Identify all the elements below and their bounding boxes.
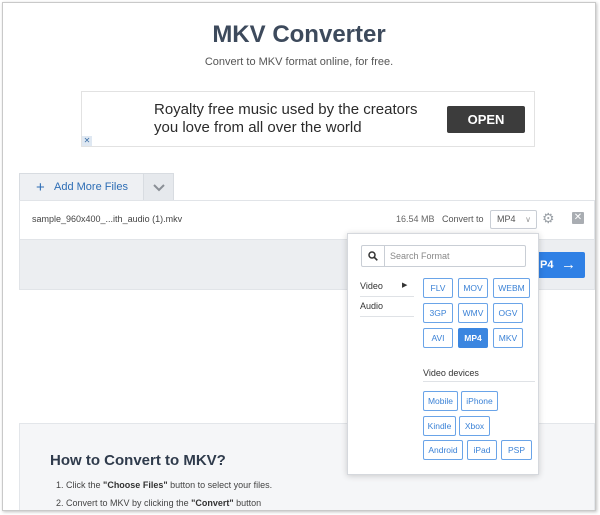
page-title: MKV Converter <box>212 21 386 48</box>
close-icon[interactable]: ✕ <box>572 212 584 224</box>
step-number: 2. <box>56 498 64 508</box>
howto-step: 1. Click the "Choose Files" button to se… <box>56 480 272 490</box>
step-emphasis: "Choose Files" <box>103 480 168 490</box>
format-picker-popup: Video ▶ Audio FLV MOV WEBM 3GP WMV OGV A… <box>347 233 539 475</box>
step-text: Convert to MKV by clicking the <box>66 498 192 508</box>
category-label: Video <box>360 281 383 291</box>
format-option-selected[interactable]: MP4 <box>458 328 488 348</box>
category-label: Audio <box>360 301 384 311</box>
format-option[interactable]: 3GP <box>423 303 453 323</box>
howto-step: 2. Convert to MKV by clicking the "Conve… <box>56 498 261 508</box>
device-option[interactable]: Mobile <box>423 391 458 411</box>
format-option[interactable]: MKV <box>493 328 523 348</box>
page-subtitle: Convert to MKV format online, for free. <box>204 56 394 68</box>
chevron-down-icon: ∨ <box>525 215 531 224</box>
step-emphasis: "Convert" <box>191 498 234 508</box>
category-divider <box>360 316 414 317</box>
format-option[interactable]: FLV <box>423 278 453 298</box>
output-format-select[interactable]: MP4 ∨ <box>490 210 537 229</box>
devices-title: Video devices <box>423 368 479 378</box>
chevron-down-icon <box>152 184 165 192</box>
step-text: Click the <box>66 480 104 490</box>
category-audio[interactable]: Audio <box>360 301 414 311</box>
plus-icon: + <box>36 179 45 196</box>
device-option[interactable]: PSP <box>501 440 532 460</box>
ad-open-button[interactable]: OPEN <box>447 106 525 133</box>
file-name: sample_960x400_...ith_audio (1).mkv <box>32 214 183 224</box>
convert-to-label: Convert to <box>442 214 484 224</box>
chevron-right-icon: ▶ <box>402 282 408 289</box>
format-option[interactable]: WEBM <box>493 278 530 298</box>
ad-close-icon[interactable]: ✕ <box>82 136 92 146</box>
app-frame: MKV Converter Convert to MKV format onli… <box>2 2 596 511</box>
format-option[interactable]: MOV <box>458 278 488 298</box>
device-option[interactable]: iPad <box>467 440 497 460</box>
upload-source-dropdown[interactable] <box>144 173 174 200</box>
output-format-value: MP4 <box>497 214 516 224</box>
howto-title: How to Convert to MKV? <box>50 452 226 469</box>
add-more-files-label: Add More Files <box>54 181 128 193</box>
step-number: 1. <box>56 480 64 490</box>
device-option[interactable]: Xbox <box>459 416 490 436</box>
convert-button-label: P4 <box>540 259 554 271</box>
gear-icon[interactable]: ⚙ <box>542 210 555 227</box>
format-search <box>361 245 526 267</box>
device-option[interactable]: iPhone <box>461 391 498 411</box>
format-option[interactable]: OGV <box>493 303 523 323</box>
search-icon <box>362 246 385 266</box>
format-option[interactable]: WMV <box>458 303 488 323</box>
convert-button[interactable]: P4 → <box>537 252 585 278</box>
category-video[interactable]: Video ▶ <box>360 281 414 291</box>
step-text: button <box>233 498 262 508</box>
devices-divider <box>423 381 535 382</box>
ad-banner[interactable]: Royalty free music used by the creators … <box>81 91 535 147</box>
device-option[interactable]: Android <box>423 440 463 460</box>
arrow-right-icon: → <box>561 256 576 273</box>
add-more-files-button[interactable]: + Add More Files <box>19 173 144 200</box>
ad-text: Royalty free music used by the creators … <box>154 101 418 136</box>
category-divider <box>360 296 414 297</box>
device-option[interactable]: Kindle <box>423 416 456 436</box>
format-search-input[interactable] <box>390 249 520 263</box>
file-size: 16.54 MB <box>396 214 435 224</box>
format-option[interactable]: AVI <box>423 328 453 348</box>
step-text: button to select your files. <box>167 480 273 490</box>
